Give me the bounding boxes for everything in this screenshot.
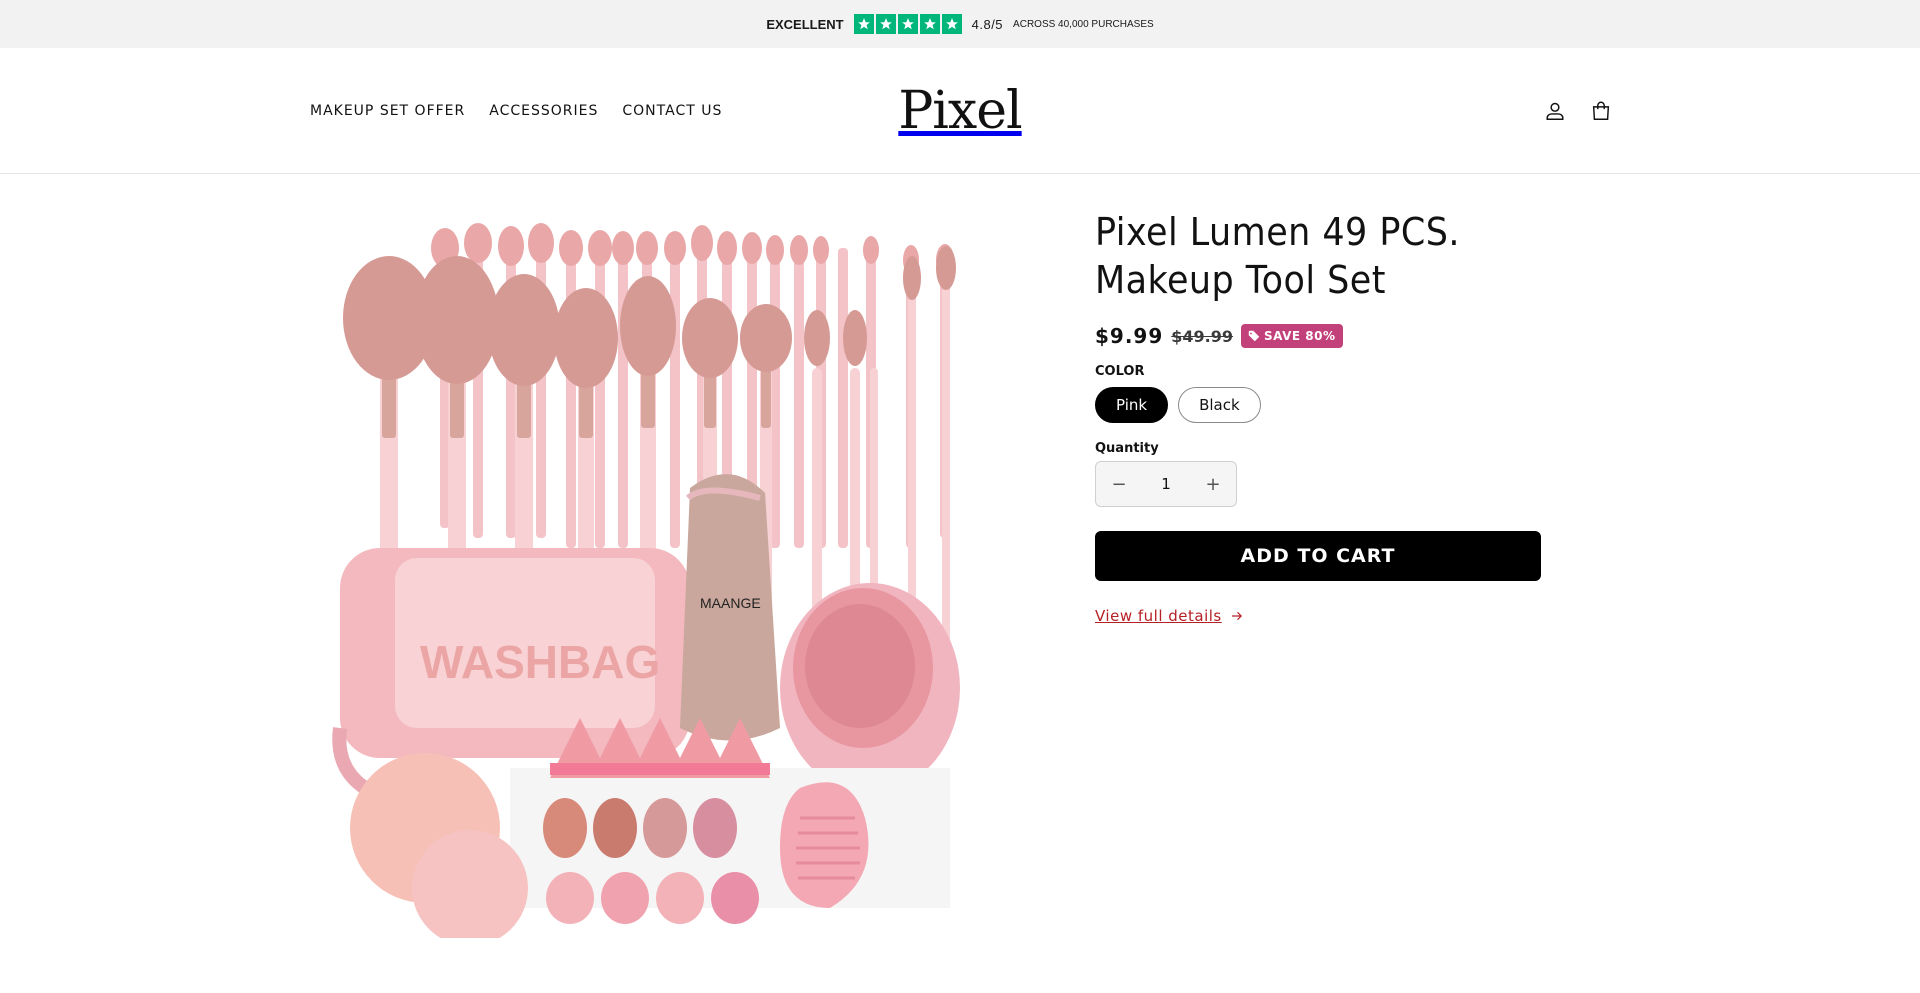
account-icon[interactable] — [1542, 98, 1568, 124]
nav-makeup-set-offer[interactable]: MAKEUP SET OFFER — [310, 103, 465, 119]
announcement-bar: EXCELLENT 4.8/5 ACROSS 40,000 PURCHASES — [0, 0, 1920, 48]
main-nav: MAKEUP SET OFFER ACCESSORIES CONTACT US — [310, 48, 722, 174]
view-full-details-label: View full details — [1095, 607, 1222, 625]
color-label: COLOR — [1095, 364, 1145, 379]
site-header: MAKEUP SET OFFER ACCESSORIES CONTACT US … — [0, 48, 1920, 174]
product-image[interactable]: WASHBAG MAANGE — [310, 208, 1020, 946]
washbag: WASHBAG — [332, 548, 690, 794]
arrow-right-icon — [1231, 611, 1242, 621]
tag-icon — [1248, 330, 1260, 342]
star-icon — [853, 14, 874, 34]
product-title-line2: Makeup Tool Set — [1095, 258, 1386, 302]
quantity-stepper: − 1 + — [1095, 461, 1237, 507]
product-info: Pixel Lumen 49 PCS. Makeup Tool Set $9.9… — [1095, 208, 1545, 625]
rating-word: EXCELLENT — [766, 16, 844, 32]
product-illustration: WASHBAG MAANGE — [310, 208, 1020, 946]
site-logo[interactable]: Pixel — [880, 68, 1040, 154]
star-icon — [941, 14, 962, 34]
add-to-cart-button[interactable]: ADD TO CART — [1095, 531, 1541, 581]
color-option-black[interactable]: Black — [1178, 387, 1261, 423]
star-icon — [919, 14, 940, 34]
quantity-increase-button[interactable]: + — [1190, 462, 1236, 506]
star-icon — [897, 14, 918, 34]
nav-accessories[interactable]: ACCESSORIES — [489, 103, 598, 119]
price-row: $9.99 $49.99 SAVE 80% — [1095, 324, 1545, 348]
header-icons — [1542, 48, 1614, 174]
cart-icon[interactable] — [1588, 98, 1614, 124]
product-title: Pixel Lumen 49 PCS. Makeup Tool Set — [1095, 208, 1509, 304]
rating-purchases: ACROSS 40,000 PURCHASES — [1013, 18, 1154, 30]
star-icon — [875, 14, 896, 34]
cleaning-bowl — [780, 583, 960, 793]
quantity-label: Quantity — [1095, 441, 1159, 456]
color-options: Pink Black — [1095, 387, 1545, 423]
powder-puffs — [550, 718, 770, 778]
nav-contact-us[interactable]: CONTACT US — [622, 103, 722, 119]
rating-score: 4.8/5 — [971, 16, 1004, 32]
svg-text:WASHBAG: WASHBAG — [420, 636, 660, 688]
quantity-input[interactable]: 1 — [1142, 475, 1190, 493]
product-title-line1: Pixel Lumen 49 PCS. — [1095, 210, 1460, 254]
save-badge: SAVE 80% — [1241, 324, 1343, 348]
compare-price: $49.99 — [1171, 326, 1234, 346]
save-badge-label: SAVE 80% — [1264, 329, 1336, 343]
rating-stars — [853, 14, 962, 34]
pouch: MAANGE — [680, 474, 780, 741]
view-full-details-link[interactable]: View full details — [1095, 607, 1545, 625]
quantity-decrease-button[interactable]: − — [1096, 462, 1142, 506]
sale-price: $9.99 — [1095, 324, 1164, 348]
color-option-pink[interactable]: Pink — [1095, 387, 1169, 423]
logo-text: Pixel — [898, 81, 1022, 141]
svg-text:MAANGE: MAANGE — [700, 595, 761, 611]
